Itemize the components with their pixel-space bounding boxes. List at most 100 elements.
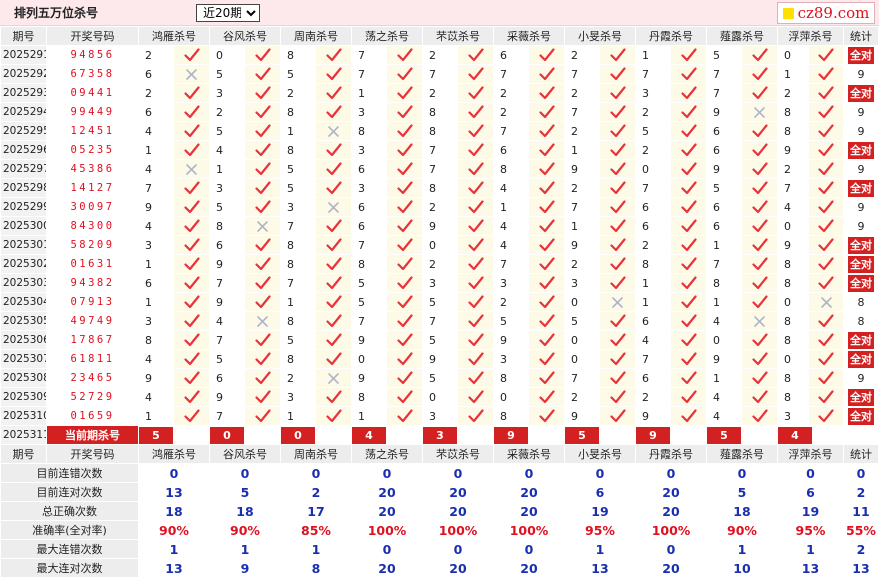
kill-number-cell: 8 (777, 368, 809, 388)
check-mark-icon (457, 83, 494, 103)
check-mark-icon (244, 292, 281, 312)
summary-value: 20 (351, 482, 423, 502)
expert-column-header[interactable]: 薤露杀号 (706, 26, 778, 46)
expert-column-header[interactable]: 周南杀号 (280, 444, 352, 464)
check-mark-icon (244, 140, 281, 160)
kill-number-cell: 4 (635, 330, 671, 350)
cross-mark-icon (173, 64, 210, 84)
check-mark-icon (386, 140, 423, 160)
check-mark-icon (457, 45, 494, 65)
expert-column-header[interactable]: 小旻杀号 (564, 444, 636, 464)
current-kill-badge: 9 (494, 426, 528, 444)
expert-column-header[interactable]: 鸿雁杀号 (138, 26, 210, 46)
expert-column-header[interactable]: 荡之杀号 (351, 444, 423, 464)
expert-column-header[interactable]: 周南杀号 (280, 26, 352, 46)
expert-column-header[interactable]: 采薇杀号 (493, 26, 565, 46)
expert-column-header[interactable]: 谷风杀号 (209, 26, 281, 46)
check-mark-icon (386, 83, 423, 103)
kill-number-cell: 4 (209, 311, 245, 331)
check-mark-icon (244, 159, 281, 179)
win-number-cell: 45386 (46, 159, 139, 179)
table-row: 2025308 23465 9 6 2 9 5 8 7 6 1 8 9 (0, 368, 879, 388)
stat-column-header: 统计 (843, 444, 879, 464)
kill-number-cell: 3 (209, 178, 245, 198)
expert-column-header[interactable]: 浮萍杀号 (777, 26, 844, 46)
stat-cell: 全对 (843, 330, 879, 350)
expert-column-header[interactable]: 薤露杀号 (706, 444, 778, 464)
check-mark-icon (528, 406, 565, 426)
current-kill-cell: 3 (422, 425, 494, 445)
page-title: 排列五万位杀号 (14, 6, 99, 20)
check-mark-icon (457, 273, 494, 293)
kill-number-cell: 3 (564, 273, 600, 293)
all-correct-badge: 全对 (848, 179, 874, 197)
kill-number-cell: 2 (564, 254, 600, 274)
period-range-select[interactable]: 近20期 (196, 3, 260, 22)
kill-number-cell: 8 (138, 330, 174, 350)
stat-cell: 9 (843, 102, 879, 122)
kill-number-cell: 7 (422, 64, 458, 84)
kill-number-cell: 8 (777, 273, 809, 293)
current-kill-cell: 4 (777, 425, 844, 445)
kill-number-cell: 2 (635, 387, 671, 407)
check-mark-icon (315, 102, 352, 122)
summary-value: 20 (422, 558, 494, 578)
kill-number-cell: 5 (564, 311, 600, 331)
win-number-cell: 58209 (46, 235, 139, 255)
summary-stat-value: 11 (843, 501, 879, 521)
kill-number-cell: 8 (706, 273, 742, 293)
site-logo[interactable]: cz89.com (777, 2, 875, 24)
expert-column-header[interactable]: 鸿雁杀号 (138, 444, 210, 464)
check-mark-icon (808, 387, 844, 407)
summary-label: 最大连对次数 (0, 558, 139, 578)
check-mark-icon (386, 102, 423, 122)
kill-number-cell: 5 (422, 330, 458, 350)
kill-number-cell: 7 (422, 159, 458, 179)
check-mark-icon (670, 273, 707, 293)
expert-column-header[interactable]: 芣苡杀号 (422, 26, 494, 46)
check-mark-icon (386, 121, 423, 141)
check-mark-icon (528, 64, 565, 84)
stat-cell: 9 (843, 216, 879, 236)
check-mark-icon (670, 235, 707, 255)
expert-column-header[interactable]: 荡之杀号 (351, 26, 423, 46)
stat-cell: 全对 (843, 45, 879, 65)
summary-value: 95% (564, 520, 636, 540)
expert-column-header[interactable]: 芣苡杀号 (422, 444, 494, 464)
summary-value: 20 (635, 501, 707, 521)
expert-column-header[interactable]: 小旻杀号 (564, 26, 636, 46)
logo-text: cz89.com (797, 4, 870, 22)
expert-column-header[interactable]: 浮萍杀号 (777, 444, 844, 464)
table-row: 2025291 94856 2 0 8 7 2 6 2 1 5 0 全对 (0, 45, 879, 65)
kill-number-cell: 5 (280, 159, 316, 179)
kill-number-cell: 7 (422, 140, 458, 160)
cross-mark-icon (173, 159, 210, 179)
kill-number-cell: 4 (493, 178, 529, 198)
check-mark-icon (528, 159, 565, 179)
current-period-row: 2025311 当前期杀号 5 0 0 4 3 9 5 9 5 4 (0, 425, 879, 445)
kill-number-cell: 9 (209, 292, 245, 312)
check-mark-icon (741, 254, 778, 274)
stat-cell: 全对 (843, 178, 879, 198)
kill-number-cell: 2 (777, 159, 809, 179)
kill-number-cell: 7 (280, 273, 316, 293)
summary-value: 20 (635, 558, 707, 578)
kill-number-cell: 6 (351, 159, 387, 179)
check-mark-icon (670, 216, 707, 236)
summary-row: 准确率(全对率) 90% 90% 85% 100% 100% 100% 95% 100% 90% 9… (0, 520, 879, 540)
check-mark-icon (173, 235, 210, 255)
expert-column-header[interactable]: 丹霞杀号 (635, 26, 707, 46)
current-kill-cell: 9 (493, 425, 565, 445)
kill-number-cell: 8 (209, 216, 245, 236)
check-mark-icon (386, 330, 423, 350)
expert-column-header[interactable]: 丹霞杀号 (635, 444, 707, 464)
kill-number-cell: 6 (493, 45, 529, 65)
summary-value: 0 (351, 463, 423, 483)
kill-number-cell: 9 (422, 349, 458, 369)
check-mark-icon (173, 178, 210, 198)
all-correct-badge: 全对 (848, 46, 874, 64)
stat-cell: 8 (843, 292, 879, 312)
expert-column-header[interactable]: 谷风杀号 (209, 444, 281, 464)
check-mark-icon (528, 102, 565, 122)
expert-column-header[interactable]: 采薇杀号 (493, 444, 565, 464)
